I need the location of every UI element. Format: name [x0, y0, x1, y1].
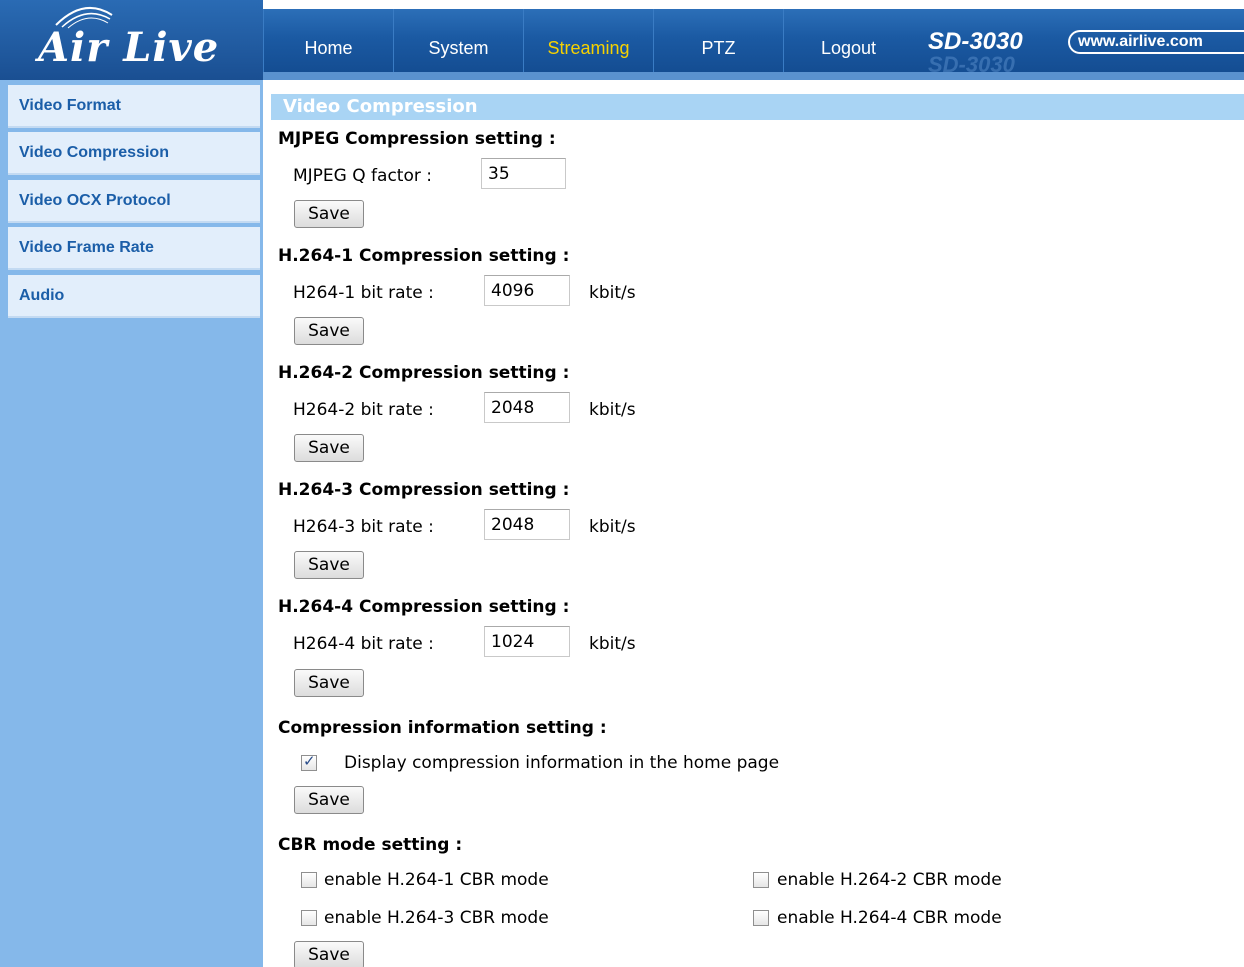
- mjpeg-section-heading: MJPEG Compression setting :: [278, 129, 556, 149]
- header: Air Live Home System Streaming PTZ Logou…: [0, 0, 1244, 80]
- h264-3-bitrate-label: H264-3 bit rate :: [293, 517, 434, 537]
- sidebar-item-video-ocx-protocol[interactable]: Video OCX Protocol: [8, 180, 260, 223]
- h264-2-section-heading: H.264-2 Compression setting :: [278, 363, 570, 383]
- mjpeg-q-factor-input[interactable]: [481, 158, 566, 189]
- h264-4-unit: kbit/s: [589, 634, 636, 654]
- h264-3-unit: kbit/s: [589, 517, 636, 537]
- h264-4-bitrate-input[interactable]: [484, 626, 570, 657]
- sidebar-item-video-format[interactable]: Video Format: [8, 85, 260, 128]
- logo-text: Air Live: [38, 24, 220, 71]
- display-info-checkbox[interactable]: [301, 752, 317, 771]
- h264-1-unit: kbit/s: [589, 283, 636, 303]
- nav-streaming[interactable]: Streaming: [523, 9, 653, 72]
- cbr-save-button[interactable]: Save: [294, 941, 364, 967]
- cbr-h264-1-checkbox[interactable]: [301, 872, 317, 888]
- cbr-section-heading: CBR mode setting :: [278, 835, 463, 855]
- cbr-h264-2-checkbox[interactable]: [753, 872, 769, 888]
- sidebar-item-video-compression[interactable]: Video Compression: [8, 132, 260, 175]
- sidebar-item-video-frame-rate[interactable]: Video Frame Rate: [8, 227, 260, 270]
- h264-2-bitrate-input[interactable]: [484, 392, 570, 423]
- info-section-heading: Compression information setting :: [278, 718, 607, 738]
- cbr-h264-4-label: enable H.264-4 CBR mode: [777, 908, 1002, 928]
- sidebar-item-audio[interactable]: Audio: [8, 275, 260, 318]
- nav-system[interactable]: System: [393, 9, 523, 72]
- h264-3-save-button[interactable]: Save: [294, 551, 364, 579]
- cbr-h264-1-label: enable H.264-1 CBR mode: [324, 870, 549, 890]
- cbr-h264-4-checkbox[interactable]: [753, 910, 769, 926]
- h264-4-section-heading: H.264-4 Compression setting :: [278, 597, 570, 617]
- h264-3-bitrate-input[interactable]: [484, 509, 570, 540]
- display-info-checkbox-label: Display compression information in the h…: [344, 753, 780, 773]
- page-title: Video Compression: [271, 94, 1244, 120]
- info-save-button[interactable]: Save: [294, 786, 364, 814]
- mjpeg-q-factor-label: MJPEG Q factor :: [293, 166, 432, 186]
- mjpeg-save-button[interactable]: Save: [294, 200, 364, 228]
- cbr-h264-3-label: enable H.264-3 CBR mode: [324, 908, 549, 928]
- h264-2-save-button[interactable]: Save: [294, 434, 364, 462]
- main-content: Video Compression MJPEG Compression sett…: [263, 80, 1244, 967]
- h264-4-bitrate-label: H264-4 bit rate :: [293, 634, 434, 654]
- nav-logout[interactable]: Logout: [783, 9, 913, 72]
- h264-2-bitrate-label: H264-2 bit rate :: [293, 400, 434, 420]
- logo[interactable]: Air Live: [0, 0, 263, 80]
- nav-ptz[interactable]: PTZ: [653, 9, 783, 72]
- h264-1-save-button[interactable]: Save: [294, 317, 364, 345]
- h264-2-unit: kbit/s: [589, 400, 636, 420]
- h264-1-bitrate-input[interactable]: [484, 275, 570, 306]
- sidebar: Video Format Video Compression Video OCX…: [0, 80, 263, 967]
- h264-1-section-heading: H.264-1 Compression setting :: [278, 246, 570, 266]
- h264-1-bitrate-label: H264-1 bit rate :: [293, 283, 434, 303]
- nav-home[interactable]: Home: [263, 9, 393, 72]
- h264-4-save-button[interactable]: Save: [294, 669, 364, 697]
- cbr-h264-2-label: enable H.264-2 CBR mode: [777, 870, 1002, 890]
- model-name: SD-3030: [928, 28, 1023, 55]
- cbr-h264-3-checkbox[interactable]: [301, 910, 317, 926]
- website-badge[interactable]: www.airlive.com: [1068, 30, 1244, 54]
- h264-3-section-heading: H.264-3 Compression setting :: [278, 480, 570, 500]
